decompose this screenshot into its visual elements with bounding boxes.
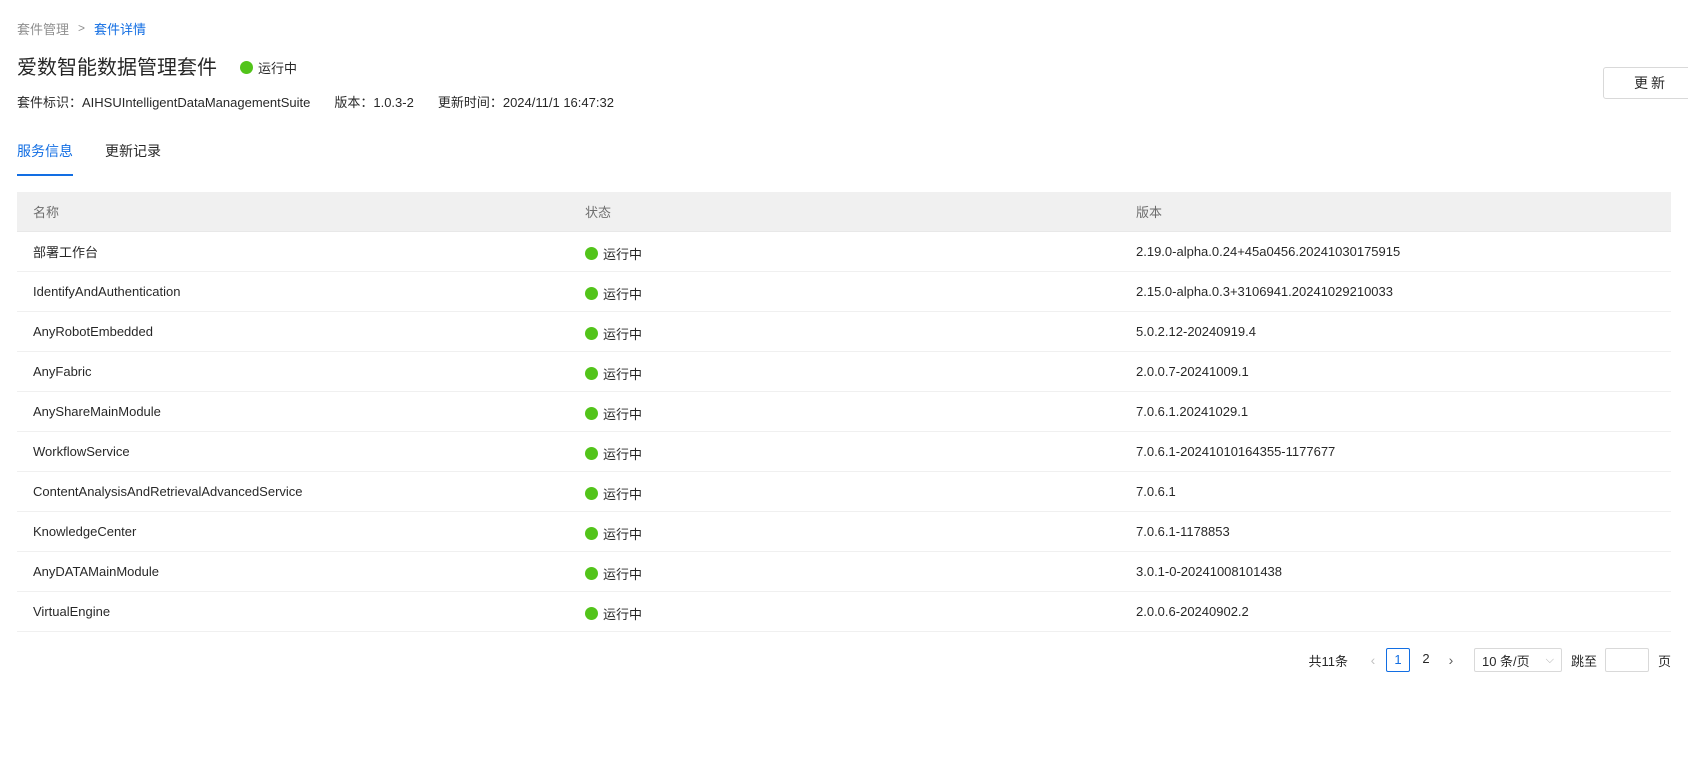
table-row: KnowledgeCenter 运行中 7.0.6.1-1178853 — [17, 512, 1671, 552]
pagination: 共11条 ‹ 1 2 › 10 条/页 ⌵ 跳至 页 — [1308, 648, 1671, 672]
title-row: 爱数智能数据管理套件 运行中 — [17, 51, 297, 79]
running-status-dot-icon — [585, 487, 598, 500]
service-status: 运行中 — [569, 484, 1120, 503]
table-row: VirtualEngine 运行中 2.0.0.6-20240902.2 — [17, 592, 1671, 632]
suite-version: 版本：1.0.3-2 — [334, 94, 414, 110]
page-1-button[interactable]: 1 — [1385, 648, 1410, 672]
tab-service-info[interactable]: 服务信息 — [17, 140, 73, 176]
service-version: 5.0.2.12-20240919.4 — [1136, 324, 1256, 339]
service-version: 2.15.0-alpha.0.3+3106941.20241029210033 — [1136, 284, 1393, 299]
service-name: AnyShareMainModule — [33, 404, 161, 419]
service-name: ContentAnalysisAndRetrievalAdvancedServi… — [33, 484, 303, 499]
service-status-text: 运行中 — [603, 407, 643, 422]
tab-update-records[interactable]: 更新记录 — [105, 140, 161, 176]
service-status: 运行中 — [569, 564, 1120, 583]
service-status-text: 运行中 — [603, 367, 643, 382]
service-status: 运行中 — [569, 604, 1120, 623]
table-row: AnyRobotEmbedded 运行中 5.0.2.12-20240919.4 — [17, 312, 1671, 352]
update-button[interactable]: 更新 — [1603, 67, 1688, 99]
jump-to-label: 跳至 — [1570, 653, 1597, 669]
service-version: 7.0.6.1-20241010164355-1177677 — [1136, 444, 1336, 459]
running-status-dot-icon — [585, 567, 598, 580]
suite-id: 套件标识：AIHSUIntelligentDataManagementSuite — [17, 94, 311, 110]
service-status: 运行中 — [569, 404, 1120, 423]
tab-bar: 服务信息 更新记录 — [17, 140, 193, 176]
column-header-status: 状态 — [585, 205, 612, 220]
service-name: AnyDATAMainModule — [33, 564, 159, 579]
suite-updated-time: 更新时间：2024/11/1 16:47:32 — [437, 94, 614, 110]
service-version: 3.0.1-0-20241008101438 — [1136, 564, 1283, 579]
service-status: 运行中 — [569, 444, 1120, 463]
service-version: 7.0.6.1 — [1136, 484, 1176, 499]
breadcrumb-suite-management[interactable]: 套件管理 — [17, 19, 69, 38]
service-name: 部署工作台 — [33, 245, 99, 260]
table-row: AnyShareMainModule 运行中 7.0.6.1.20241029.… — [17, 392, 1671, 432]
service-status: 运行中 — [569, 524, 1120, 543]
service-name: VirtualEngine — [33, 604, 111, 619]
service-status-text: 运行中 — [603, 287, 643, 302]
jump-page-input[interactable] — [1604, 648, 1649, 672]
service-version: 2.19.0-alpha.0.24+45a0456.20241030175915 — [1136, 244, 1401, 259]
page-2-button[interactable]: 2 — [1414, 648, 1438, 672]
running-status-dot-icon — [585, 367, 598, 380]
service-status: 运行中 — [569, 324, 1120, 343]
table-row: AnyDATAMainModule 运行中 3.0.1-0-2024100810… — [17, 552, 1671, 592]
breadcrumb: 套件管理 > 套件详情 — [17, 19, 146, 37]
table-row: IdentifyAndAuthentication 运行中 2.15.0-alp… — [17, 272, 1671, 312]
chevron-down-icon: ⌵ — [1545, 653, 1554, 666]
column-header-name: 名称 — [33, 205, 60, 220]
service-status-text: 运行中 — [603, 527, 643, 542]
running-status-dot-icon — [585, 287, 598, 300]
running-status-dot-icon — [585, 607, 598, 620]
service-name: AnyFabric — [33, 364, 92, 379]
service-name: IdentifyAndAuthentication — [33, 284, 181, 299]
page-title: 爱数智能数据管理套件 — [17, 56, 217, 79]
chevron-right-icon[interactable]: › — [1440, 652, 1462, 668]
service-version: 2.0.0.7-20241009.1 — [1136, 364, 1249, 379]
service-status-text: 运行中 — [603, 447, 643, 462]
service-name: KnowledgeCenter — [33, 524, 137, 539]
suite-meta: 套件标识：AIHSUIntelligentDataManagementSuite… — [17, 91, 638, 111]
service-status-text: 运行中 — [603, 567, 643, 582]
service-version: 7.0.6.1-1178853 — [1136, 524, 1230, 539]
table-row: ContentAnalysisAndRetrievalAdvancedServi… — [17, 472, 1671, 512]
table-row: AnyFabric 运行中 2.0.0.7-20241009.1 — [17, 352, 1671, 392]
service-status: 运行中 — [569, 284, 1120, 303]
services-table: 名称 状态 版本 部署工作台 运行中 2.19.0-alpha.0.24+45a… — [17, 192, 1671, 632]
chevron-left-icon[interactable]: ‹ — [1362, 652, 1384, 668]
suite-status-badge: 运行中 — [240, 58, 297, 77]
page-size-select[interactable]: 10 条/页 ⌵ — [1473, 648, 1562, 672]
service-version: 2.0.0.6-20240902.2 — [1136, 604, 1249, 619]
service-status-text: 运行中 — [603, 327, 643, 342]
suite-status-text: 运行中 — [258, 60, 298, 76]
table-row: 部署工作台 运行中 2.19.0-alpha.0.24+45a0456.2024… — [17, 232, 1671, 272]
breadcrumb-suite-detail: 套件详情 — [94, 21, 147, 37]
running-status-dot-icon — [585, 447, 598, 460]
running-status-dot-icon — [585, 327, 598, 340]
running-status-dot-icon — [240, 60, 253, 74]
table-header: 名称 状态 版本 — [17, 192, 1671, 232]
service-status-text: 运行中 — [603, 607, 643, 622]
service-status-text: 运行中 — [603, 487, 643, 502]
column-header-version: 版本 — [1136, 205, 1163, 220]
service-name: AnyRobotEmbedded — [33, 324, 153, 339]
pagination-total: 共11条 — [1308, 653, 1348, 669]
page-unit-label: 页 — [1657, 653, 1671, 669]
breadcrumb-separator: > — [78, 21, 86, 35]
service-status: 运行中 — [569, 244, 1120, 263]
page-size-value: 10 条/页 — [1481, 653, 1530, 669]
running-status-dot-icon — [585, 407, 598, 420]
service-status: 运行中 — [569, 364, 1120, 383]
service-version: 7.0.6.1.20241029.1 — [1136, 404, 1249, 419]
table-row: WorkflowService 运行中 7.0.6.1-202410101643… — [17, 432, 1671, 472]
service-status-text: 运行中 — [603, 247, 643, 262]
running-status-dot-icon — [585, 247, 598, 260]
running-status-dot-icon — [585, 527, 598, 540]
service-name: WorkflowService — [33, 444, 130, 459]
